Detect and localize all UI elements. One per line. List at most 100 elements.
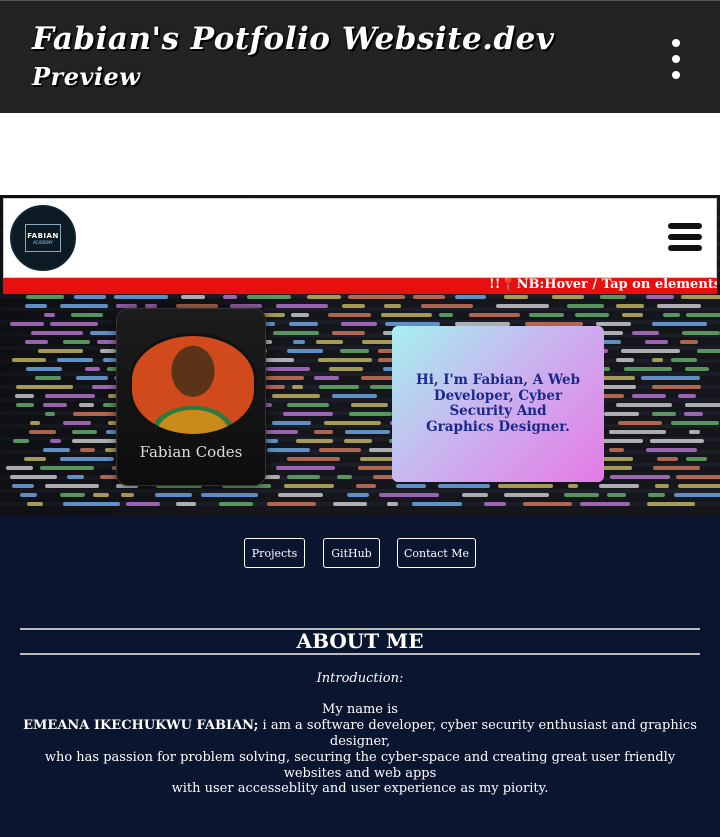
code-line (649, 439, 704, 443)
code-line (332, 331, 366, 335)
code-line (314, 430, 334, 434)
code-line (616, 304, 645, 308)
projects-button[interactable]: Projects (244, 538, 305, 568)
code-line (644, 340, 669, 344)
code-line (603, 412, 640, 416)
code-line (113, 295, 168, 299)
logo-text: FABIAN (27, 231, 59, 240)
logo-frame: FABIAN ACADEMY (25, 224, 61, 252)
code-line (271, 421, 311, 425)
github-button[interactable]: GitHub (323, 538, 380, 568)
code-line (379, 493, 439, 497)
code-line (63, 502, 120, 506)
code-line (273, 331, 320, 335)
code-line (504, 493, 550, 497)
code-line (567, 484, 579, 488)
code-line (44, 484, 99, 488)
code-line (621, 313, 643, 317)
code-line (126, 502, 161, 506)
code-line (657, 304, 702, 308)
code-line (324, 421, 381, 425)
code-line (287, 403, 329, 407)
code-line (201, 493, 259, 497)
code-line (71, 313, 104, 317)
code-line (39, 466, 95, 470)
code-line (29, 430, 57, 434)
code-line (11, 484, 34, 488)
code-line (652, 358, 663, 362)
contact-button[interactable]: Contact Me (397, 538, 476, 568)
code-line (317, 358, 372, 362)
code-line (620, 349, 680, 353)
code-line (26, 502, 44, 506)
code-line (6, 466, 34, 470)
divider-bottom (20, 653, 700, 655)
hamburger-menu-icon[interactable] (668, 223, 702, 251)
code-line (624, 367, 672, 371)
code-line (346, 493, 370, 497)
code-line (25, 340, 48, 344)
code-line (609, 448, 625, 452)
site-logo[interactable]: FABIAN ACADEMY (10, 205, 76, 271)
code-line (74, 295, 107, 299)
code-line (648, 493, 665, 497)
code-line (13, 439, 30, 443)
code-line (99, 349, 117, 353)
intro-text: Hi, I'm Fabian, A Web Developer, Cyber S… (415, 372, 581, 435)
code-line (266, 367, 310, 371)
code-line (15, 394, 34, 398)
code-line (411, 502, 462, 506)
code-line (45, 394, 96, 398)
more-vertical-icon[interactable] (660, 39, 692, 79)
code-line (62, 421, 91, 425)
code-line (42, 448, 71, 452)
code-line (247, 295, 291, 299)
code-line (155, 493, 192, 497)
code-line (607, 493, 627, 497)
code-line (319, 448, 362, 452)
code-line (329, 367, 363, 371)
code-line (616, 403, 672, 407)
code-line (296, 439, 334, 443)
code-line (674, 493, 720, 497)
code-line (49, 439, 61, 443)
code-line (59, 304, 108, 308)
code-line (103, 403, 117, 407)
intro-card: Hi, I'm Fabian, A Web Developer, Cyber S… (392, 326, 604, 482)
code-line (384, 304, 401, 308)
code-line (671, 421, 720, 425)
code-line (685, 457, 707, 461)
code-line (34, 376, 61, 380)
code-line (413, 295, 446, 299)
code-line (655, 484, 669, 488)
code-line (332, 394, 378, 398)
code-line (12, 358, 47, 362)
code-line (696, 349, 720, 353)
code-line (318, 385, 360, 389)
code-line (176, 502, 196, 506)
code-line (24, 304, 47, 308)
code-line (344, 430, 390, 434)
code-line (618, 421, 663, 425)
code-line (523, 502, 573, 506)
code-line (19, 493, 37, 497)
about-line2: EMEANA IKECHUKWU FABIAN; i am a software… (20, 718, 700, 750)
about-line3: who has passion for problem solving, sec… (44, 750, 676, 781)
code-line (72, 430, 98, 434)
code-line (688, 430, 701, 434)
code-line (632, 331, 660, 335)
code-line (395, 484, 426, 488)
code-line (29, 421, 40, 425)
code-line (503, 295, 528, 299)
code-line (387, 502, 399, 506)
code-line (282, 412, 333, 416)
code-line (671, 358, 698, 362)
code-line (45, 412, 56, 416)
app-title: Fabian's Potfolio Website.dev Preview (32, 19, 554, 95)
app-title-line2: Preview (32, 62, 141, 91)
code-line (680, 340, 699, 344)
code-line (351, 403, 388, 407)
code-line (287, 457, 340, 461)
code-line (15, 385, 74, 389)
code-line (566, 304, 605, 308)
